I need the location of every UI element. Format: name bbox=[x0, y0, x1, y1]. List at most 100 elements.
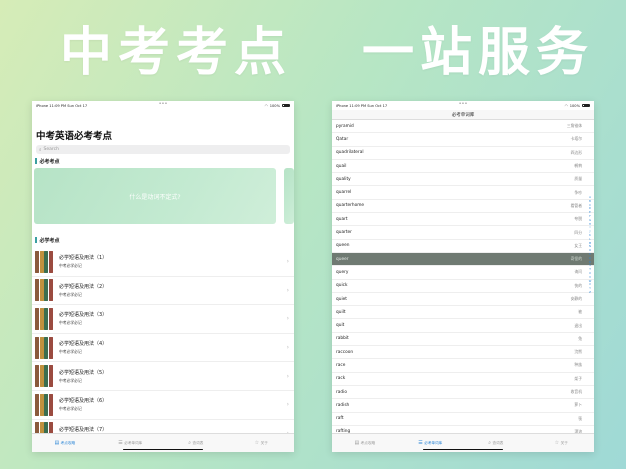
word-chinese: 安静的 bbox=[570, 296, 582, 301]
index-letter[interactable]: Z bbox=[589, 291, 591, 294]
word-english: race bbox=[336, 362, 346, 368]
word-english: quiet bbox=[336, 296, 347, 302]
list-item[interactable]: 必学短语及用法（2） 中考必学必记 › bbox=[32, 277, 294, 306]
index-letter[interactable]: A bbox=[589, 196, 591, 199]
index-letter[interactable]: L bbox=[589, 238, 590, 241]
list-item-subtitle: 中考必学必记 bbox=[59, 406, 82, 412]
multitask-dots-icon[interactable]: ••• bbox=[459, 101, 468, 107]
index-letter[interactable]: F bbox=[589, 215, 591, 218]
tab-label: 关于 bbox=[260, 440, 268, 445]
word-row[interactable]: Qatar 卡塔尔 bbox=[332, 133, 594, 147]
book-thumbnail bbox=[35, 393, 53, 416]
magnifier-icon: ⌕ bbox=[488, 440, 492, 446]
word-row[interactable]: quail 鹌鹑 bbox=[332, 160, 594, 174]
list-item-title: 必学短语及用法（7） bbox=[59, 426, 108, 433]
word-row[interactable]: quart 夸脱 bbox=[332, 213, 594, 227]
word-english: queen bbox=[336, 243, 350, 249]
word-english: quit bbox=[336, 323, 345, 329]
search-placeholder: Search bbox=[43, 147, 59, 152]
word-row[interactable]: quarterhome 看管者 bbox=[332, 200, 594, 214]
word-english: raft bbox=[336, 416, 344, 422]
index-letter[interactable]: N bbox=[589, 245, 591, 248]
index-letter[interactable]: D bbox=[589, 207, 591, 210]
word-row[interactable]: raft 筏 bbox=[332, 413, 594, 426]
word-row[interactable]: raccoon 浣熊 bbox=[332, 346, 594, 360]
index-letter[interactable]: J bbox=[590, 230, 591, 233]
list-item-title: 必学短语及用法（1） bbox=[59, 255, 108, 262]
section-title: 必学考点 bbox=[39, 237, 60, 244]
word-row[interactable]: quick 快的 bbox=[332, 280, 594, 293]
word-row[interactable]: queen 女王 bbox=[332, 240, 594, 253]
tab-4[interactable]: ☆ 关于 bbox=[529, 434, 595, 452]
wifi-icon: ◠ bbox=[564, 103, 568, 108]
word-english: quart bbox=[336, 216, 348, 222]
word-row[interactable]: race 种族 bbox=[332, 359, 594, 373]
tab-1[interactable]: ▤ 考点攻略 bbox=[32, 434, 98, 452]
multitask-dots-icon[interactable]: ••• bbox=[159, 101, 168, 107]
word-row[interactable]: query 询问 bbox=[332, 266, 594, 280]
word-row[interactable]: queer 奇怪的 bbox=[332, 252, 594, 267]
word-row[interactable]: quilt 被 bbox=[332, 306, 594, 320]
word-chinese: 夸脱 bbox=[574, 216, 582, 222]
index-letter[interactable]: B bbox=[589, 200, 591, 203]
chevron-right-icon: › bbox=[286, 286, 289, 294]
word-row[interactable]: quarter 四分 bbox=[332, 226, 594, 240]
tab-4[interactable]: ☆ 关于 bbox=[229, 434, 295, 452]
word-row[interactable]: pyramid 三角锥体 bbox=[332, 120, 594, 134]
section-index[interactable]: ABCDEFGHIJKLMNOPQRSTUVWXYZ bbox=[587, 196, 593, 294]
index-letter[interactable]: S bbox=[589, 264, 591, 267]
index-letter[interactable]: P bbox=[589, 253, 591, 256]
list-item[interactable]: 必学短语及用法（5） 中考必学必记 › bbox=[32, 362, 294, 391]
status-bar: iPhone 11:09 PM Sun Oct 17 ••• ◠ 100% bbox=[332, 101, 594, 110]
word-row[interactable]: rack 架子 bbox=[332, 373, 594, 386]
next-card-peek[interactable] bbox=[284, 168, 294, 224]
index-letter[interactable]: E bbox=[589, 211, 591, 214]
index-letter[interactable]: K bbox=[589, 234, 591, 237]
word-chinese: 筏 bbox=[578, 415, 582, 421]
list-item[interactable]: 必学短语及用法（6） 中考必学必记 › bbox=[32, 391, 294, 420]
word-chinese: 快的 bbox=[574, 282, 582, 288]
word-chinese: 萝卜 bbox=[574, 402, 582, 408]
list-item-texts: 必学短语及用法（1） 中考必学必记 bbox=[59, 254, 107, 269]
list-item[interactable]: 必学短语及用法（3） 中考必学必记 › bbox=[32, 305, 294, 334]
book-thumbnail bbox=[35, 279, 53, 302]
index-letter[interactable]: O bbox=[589, 249, 591, 252]
list-item[interactable]: 必学短语及用法（4） 中考必学必记 › bbox=[32, 334, 294, 363]
word-row[interactable]: quit 退出 bbox=[332, 319, 594, 333]
word-english: quarter bbox=[336, 230, 352, 236]
list-item[interactable]: 必学短语及用法（1） 中考必学必记 › bbox=[32, 248, 294, 277]
home-indicator bbox=[123, 448, 203, 450]
index-letter[interactable]: T bbox=[589, 268, 591, 271]
status-time: 11:09 PM bbox=[349, 103, 367, 108]
card-carousel[interactable]: 什么是动词不定式? bbox=[32, 168, 294, 224]
word-row[interactable]: radish 萝卜 bbox=[332, 399, 594, 413]
index-letter[interactable]: Y bbox=[589, 287, 591, 290]
featured-card[interactable]: 什么是动词不定式? bbox=[34, 168, 276, 224]
word-english: quail bbox=[336, 163, 347, 169]
battery-percent: 100% bbox=[569, 103, 580, 108]
word-row[interactable]: quality 质量 bbox=[332, 173, 594, 187]
index-letter[interactable]: I bbox=[590, 226, 591, 229]
index-letter[interactable]: Q bbox=[589, 257, 591, 260]
word-row[interactable]: quadrilateral 四边形 bbox=[332, 147, 594, 160]
index-letter[interactable]: V bbox=[589, 276, 591, 279]
tab-1[interactable]: ▤ 考点攻略 bbox=[332, 434, 398, 452]
word-row[interactable]: radio 收音机 bbox=[332, 386, 594, 400]
book-icon: ▤ bbox=[354, 440, 360, 446]
wifi-icon: ◠ bbox=[264, 103, 268, 108]
section-title: 必考考点 bbox=[39, 158, 60, 165]
index-letter[interactable]: U bbox=[589, 272, 591, 275]
status-time: 11:09 PM bbox=[49, 103, 67, 108]
index-letter[interactable]: G bbox=[589, 219, 591, 222]
chevron-right-icon: › bbox=[286, 258, 289, 266]
battery-icon bbox=[282, 103, 290, 108]
word-chinese: 收音机 bbox=[570, 389, 582, 395]
word-list: pyramid 三角锥体 Qatar 卡塔尔 quadrilateral 四边形 quail… bbox=[332, 120, 594, 440]
word-row[interactable]: quiet 安静的 bbox=[332, 293, 594, 307]
status-bar: iPhone 11:09 PM Sun Oct 17 ••• ◠ 100% bbox=[32, 101, 294, 110]
word-row[interactable]: rabbit 兔 bbox=[332, 333, 594, 347]
index-letter[interactable]: X bbox=[589, 283, 591, 286]
word-row[interactable]: quarrel 争吵 bbox=[332, 186, 594, 200]
status-carrier: iPhone bbox=[336, 103, 349, 108]
search-input[interactable]: ⌕ Search bbox=[36, 145, 290, 154]
